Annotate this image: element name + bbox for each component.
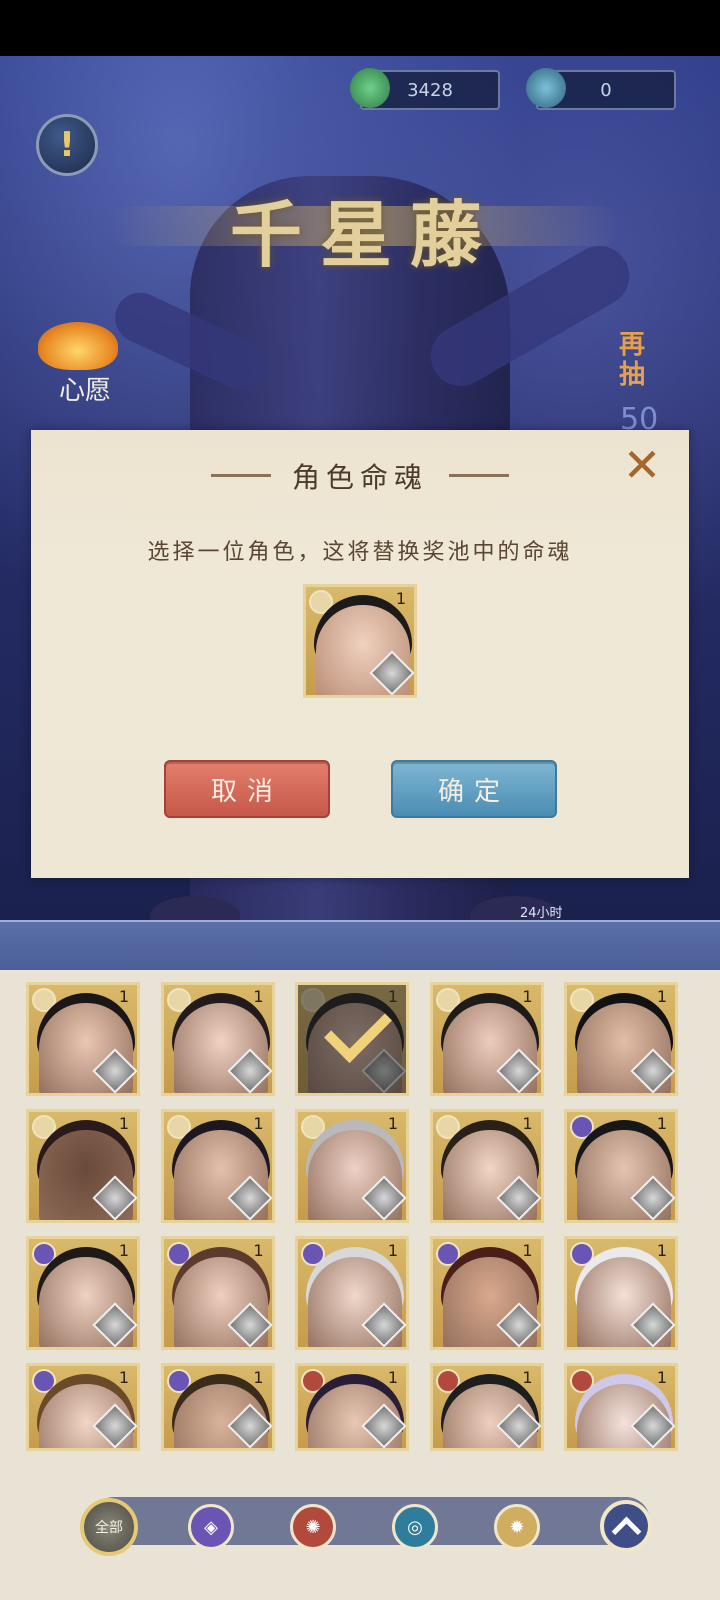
card-level: 1 xyxy=(387,1114,398,1133)
info-alert-button[interactable]: ! xyxy=(36,114,98,176)
panel-header-band xyxy=(0,920,720,972)
element-filter-bar xyxy=(90,1497,650,1545)
card-level: 1 xyxy=(387,1241,398,1260)
close-icon: ✕ xyxy=(622,438,662,492)
exclamation-icon: ! xyxy=(59,125,75,165)
character-card[interactable]: 1 xyxy=(160,982,275,1096)
character-card[interactable]: 1 xyxy=(429,1236,544,1350)
dialog-description: 选择一位角色，这将替换奖池中的命魂 xyxy=(147,540,573,565)
filter-all-button[interactable]: 全部 xyxy=(80,1498,138,1556)
character-card[interactable]: 1 xyxy=(295,1236,409,1350)
confirm-button[interactable]: 确定 xyxy=(391,760,557,818)
page-title: 千星藤 xyxy=(229,192,500,277)
card-level: 1 xyxy=(522,1368,533,1387)
card-level: 1 xyxy=(118,1368,129,1387)
card-level: 1 xyxy=(118,987,129,1006)
card-level: 1 xyxy=(118,1114,129,1133)
banner-title: 千星藤 xyxy=(110,176,620,286)
character-card[interactable]: 1 xyxy=(429,982,544,1096)
card-level: 1 xyxy=(656,1241,667,1260)
character-card[interactable]: 1 xyxy=(295,982,409,1096)
character-soul-dialog: 角色命魂 ✕ 选择一位角色，这将替换奖池中的命魂 1 取消 确定 xyxy=(31,430,689,878)
character-card[interactable]: 1 xyxy=(564,982,678,1096)
card-level: 1 xyxy=(522,1114,533,1133)
spirit-gem-icon xyxy=(526,68,566,108)
currency-value: 0 xyxy=(600,79,612,101)
close-button[interactable]: ✕ xyxy=(617,438,667,492)
red-element-icon[interactable]: ✺ xyxy=(290,1504,336,1550)
chevron-up-icon xyxy=(611,1516,641,1546)
card-level: 1 xyxy=(656,987,667,1006)
filter-all-label: 全部 xyxy=(95,1520,123,1536)
currency-jade: 3428 xyxy=(350,68,500,110)
card-level: 1 xyxy=(522,1241,533,1260)
card-level: 1 xyxy=(118,1241,129,1260)
character-card[interactable]: 1 xyxy=(160,1363,275,1451)
character-card[interactable]: 1 xyxy=(26,1109,140,1223)
jade-coin-icon xyxy=(350,68,390,108)
character-card[interactable]: 1 xyxy=(295,1363,409,1451)
card-level: 1 xyxy=(253,1114,264,1133)
card-level: 1 xyxy=(387,1368,398,1387)
character-card[interactable]: 1 xyxy=(295,1109,409,1223)
character-card[interactable]: 1 xyxy=(160,1109,275,1223)
character-card[interactable]: 1 xyxy=(160,1236,275,1350)
card-level: 1 xyxy=(522,987,533,1006)
card-level: 1 xyxy=(253,1368,264,1387)
character-card[interactable]: 1 xyxy=(26,1236,140,1350)
purple-element-icon[interactable]: ◈ xyxy=(188,1504,234,1550)
wish-button[interactable]: 心愿 xyxy=(30,322,130,412)
character-card[interactable]: 1 xyxy=(564,1236,678,1350)
gold-element-icon[interactable]: ✹ xyxy=(494,1504,540,1550)
character-card[interactable]: 1 xyxy=(26,1363,140,1451)
character-card[interactable]: 1 xyxy=(429,1363,544,1451)
card-level: 1 xyxy=(656,1368,667,1387)
character-card[interactable]: 1 xyxy=(429,1109,544,1223)
card-level: 1 xyxy=(656,1114,667,1133)
cancel-button[interactable]: 取消 xyxy=(164,760,330,818)
card-level: 1 xyxy=(253,987,264,1006)
selected-character-card: 1 xyxy=(303,584,417,698)
currency-gem: 0 xyxy=(526,68,676,110)
card-level: 1 xyxy=(253,1241,264,1260)
currency-value: 3428 xyxy=(407,79,453,101)
character-card[interactable]: 1 xyxy=(564,1363,678,1451)
character-card[interactable]: 1 xyxy=(26,982,140,1096)
character-card[interactable]: 1 xyxy=(564,1109,678,1223)
wish-label: 心愿 xyxy=(58,376,111,406)
card-level: 1 xyxy=(395,589,406,608)
collapse-up-button[interactable] xyxy=(600,1500,652,1552)
timer-text: 24小时 xyxy=(520,906,563,921)
lotus-icon xyxy=(38,322,118,370)
dialog-title: 角色命魂 xyxy=(291,461,428,494)
teal-element-icon[interactable]: ◎ xyxy=(392,1504,438,1550)
redraw-label[interactable]: 再抽 xyxy=(612,330,652,390)
status-bar xyxy=(0,0,720,56)
